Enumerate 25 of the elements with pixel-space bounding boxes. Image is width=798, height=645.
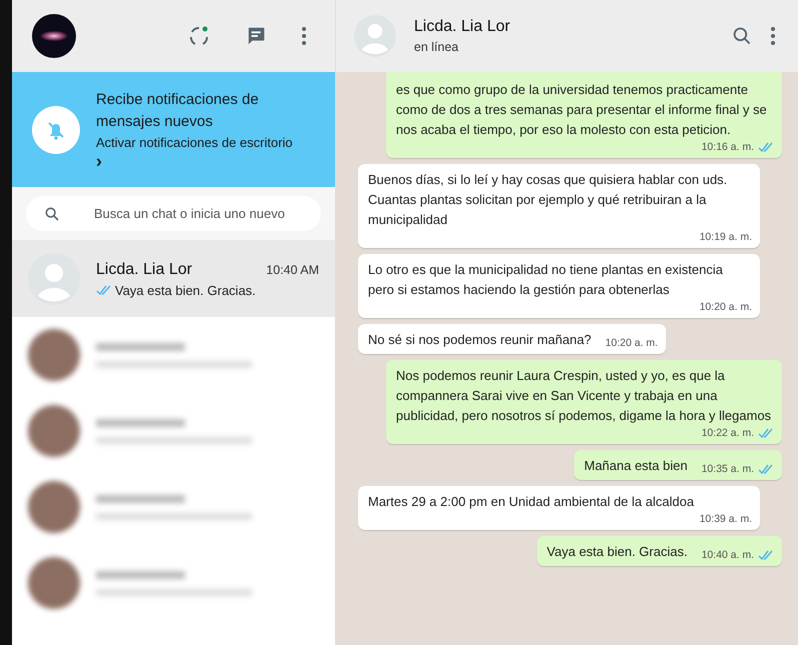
search-field[interactable]: Busca un chat o inicia uno nuevo bbox=[26, 196, 321, 231]
sent-message: Vaya esta bien. Gracias. 10:40 a. m. bbox=[536, 536, 782, 566]
muted-bell-icon bbox=[32, 106, 80, 154]
menu-icon[interactable] bbox=[770, 26, 776, 46]
received-message: No sé si nos podemos reunir mañana? 10:20 a. m. bbox=[358, 324, 666, 354]
received-message: Martes 29 a 2:00 pm en Unidad ambiental de la alcaldoa 10:39 a. m. bbox=[358, 486, 760, 530]
chat-name: Licda. Lia Lor bbox=[96, 260, 192, 278]
chevron-icon[interactable]: › bbox=[96, 152, 102, 170]
sent-message: es que como grupo de la universidad tenemos practicamente como de dos a tres semanas para presentar el informe final y se nos acaba el tiempo, por eso la molesto con esta peticion. 10:16 a. m. bbox=[386, 72, 782, 158]
contact-status: en línea bbox=[414, 40, 460, 54]
banner-title: Recibe notificaciones de mensajes nuevos bbox=[96, 90, 260, 132]
sent-message: Nos podemos reunir Laura Crespin, usted y yo, es que la compannera Sarai vive en San Vicente y trabaja en una publicidad, pero nosotros sí podemos, digame la hora y llegamos 10:22 a. m. bbox=[386, 360, 782, 444]
sent-message: Mañana esta bien 10:35 a. m. bbox=[574, 450, 782, 480]
chat-preview: Vaya esta bien. Gracias. bbox=[115, 282, 256, 298]
received-message: Lo otro es que la municipalidad no tiene plantas en existencia pero si estamos haciendo la gestión para obtenerlas 10:20 a. m. bbox=[358, 254, 760, 318]
contact-name: Licda. Lia Lor bbox=[414, 18, 512, 36]
avatar-icon bbox=[28, 253, 80, 305]
chat-time: 10:40 AM bbox=[266, 262, 319, 276]
enable-notifications-link[interactable]: Activar notificaciones de escritorio bbox=[96, 135, 323, 150]
search-icon bbox=[44, 206, 60, 222]
menu-icon[interactable] bbox=[301, 26, 307, 46]
chat-list-item[interactable]: Licda. Lia Lor 10:40 AM Vaya esta bien. Gracias. bbox=[12, 241, 335, 317]
search-icon[interactable] bbox=[732, 26, 752, 46]
profile-photo[interactable] bbox=[32, 14, 76, 58]
received-message: Buenos días, si lo leí y hay cosas que quisiera hablar con uds. Cuantas plantas solicitan por ejemplo y qué retribuiran a la municipalidad 10:19 a. m. bbox=[358, 164, 760, 248]
